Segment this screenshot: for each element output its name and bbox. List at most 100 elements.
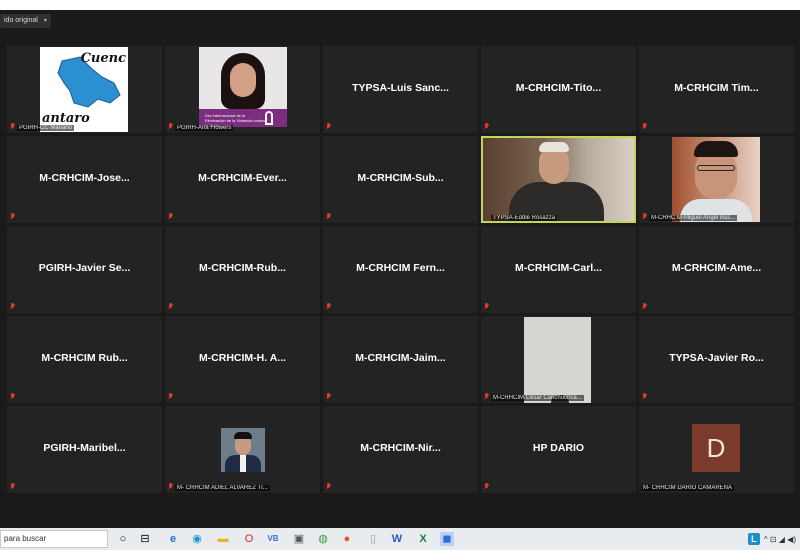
muted-mic-icon (484, 483, 490, 490)
chrome-icon[interactable]: ◍ (316, 532, 330, 546)
muted-mic-icon (484, 123, 490, 130)
file-explorer-icon[interactable]: ▬ (216, 532, 230, 546)
muted-mic-icon (168, 123, 174, 130)
muted-mic-icon (484, 303, 490, 310)
participant-tile[interactable]: M- CRHCIM ADIEL ALVAREZ TI... (165, 406, 320, 493)
vb-icon[interactable]: VB (266, 532, 280, 546)
cortana-icon[interactable]: ○ (116, 532, 130, 546)
participant-name-label: M- CRHCIM ADIEL ALVAREZ TI... (175, 485, 270, 491)
avatar: D (692, 424, 740, 472)
participant-tile[interactable]: M-CRHCIM-Rub... (165, 226, 320, 313)
participant-tile[interactable]: Día Internacional de la Eliminación de l… (165, 46, 320, 133)
meeting-gallery-view: ido original ▾ Cuenc antaro PGIRH-CC Mar… (0, 10, 800, 528)
windows-taskbar: para buscar ○ ⊟ e ◉ ▬ O VB ▣ ◍ ● ▯ W X ◼… (0, 528, 800, 550)
participant-name: M-CRHCIM Rub... (41, 352, 128, 364)
participant-tile[interactable]: M-CRHCIM-Ame... (639, 226, 794, 313)
muted-mic-icon (10, 123, 16, 130)
muted-mic-icon (326, 393, 332, 400)
participant-name: M-CRHCIM-Ame... (671, 262, 762, 274)
view-original-button[interactable]: ido original ▾ (0, 14, 51, 28)
participant-name: M-CRHCIM-Rub... (199, 262, 286, 274)
muted-mic-icon (642, 393, 648, 400)
participant-name: TYPSA-Javier Ro... (669, 352, 764, 364)
media-icon[interactable]: ▣ (292, 532, 306, 546)
participant-tile[interactable]: PGIRH-Javier Se... (7, 226, 162, 313)
participant-name: HP DARIO (532, 442, 585, 454)
participant-name-label: TYPSA-Eddie Rosazza (491, 215, 558, 221)
participant-tile[interactable]: D M- CRHCIM DARIO CAMARENA (639, 406, 794, 493)
language-icon[interactable]: L (747, 533, 760, 545)
opera-icon[interactable]: O (242, 532, 256, 546)
muted-mic-icon (168, 483, 174, 490)
participant-name: M-CRHCIM-H. A... (198, 352, 287, 364)
participant-name: M-CRHCIM-Jaim... (355, 352, 446, 364)
participant-tile[interactable]: M-CRHCIM-Ever... (165, 136, 320, 223)
participant-name-label: M-CRHC M-Miguel Angel Bas... (649, 215, 738, 221)
muted-mic-icon (642, 303, 648, 310)
participant-name: M-CRHCIM-Nir... (360, 442, 441, 454)
participant-name: M-CRHCIM-Tito... (515, 82, 602, 94)
muted-mic-icon (10, 393, 16, 400)
muted-mic-icon (168, 303, 174, 310)
participant-tile[interactable]: M-CRHCIM Tim... (639, 46, 794, 133)
participant-video (524, 317, 591, 403)
participant-tile[interactable]: M-CRHCIM-Tito... (481, 46, 636, 133)
participant-tile[interactable]: M-CRHCIM César Canchucnca... (481, 316, 636, 403)
participant-video (483, 138, 634, 221)
muted-mic-icon (168, 213, 174, 220)
participant-tile[interactable]: M-CRHCIM-Sub... (323, 136, 478, 223)
participant-picture: Día Internacional de la Eliminación de l… (199, 47, 287, 127)
participant-name: M-CRHCIM Fern... (356, 262, 445, 274)
participant-video (672, 137, 760, 222)
participant-tile[interactable]: M-CRHCIM Fern... (323, 226, 478, 313)
muted-mic-icon (642, 123, 648, 130)
muted-mic-icon (168, 393, 174, 400)
participant-tile[interactable]: HP DARIO (481, 406, 636, 493)
view-original-label: ido original (4, 17, 38, 24)
muted-mic-icon (326, 303, 332, 310)
edge-legacy-icon[interactable]: e (166, 532, 180, 546)
file-icon[interactable]: ▯ (366, 532, 380, 546)
window-top-strip (0, 0, 800, 10)
muted-mic-icon (326, 213, 332, 220)
task-view-icon[interactable]: ⊟ (138, 532, 152, 546)
participant-name-label: PGIRH-Ana Flowers (175, 125, 234, 131)
firefox-icon[interactable]: ● (340, 532, 354, 546)
participant-tile[interactable]: Cuenc antaro PGIRH-CC Mariano (7, 46, 162, 133)
participant-name: M-CRHCIM-Carl... (515, 262, 602, 274)
tray-icons[interactable]: ^ ⊡ ◢ ◀) (764, 535, 796, 544)
participant-name: M-CRHCIM-Sub... (357, 172, 444, 184)
participant-name: M-CRHCIM-Ever... (198, 172, 287, 184)
participant-tile[interactable]: M-CRHCIM-Jaim... (323, 316, 478, 403)
muted-mic-icon (326, 483, 332, 490)
participant-tile[interactable]: M-CRHCIM-Nir... (323, 406, 478, 493)
participant-tile[interactable]: M-CRHCIM Rub... (7, 316, 162, 403)
muted-mic-icon (10, 213, 16, 220)
participant-name: TYPSA-Luis Sanc... (352, 82, 449, 94)
participant-name: M-CRHCIM Tim... (674, 82, 759, 94)
taskbar-search-input[interactable]: para buscar (0, 530, 108, 548)
participant-picture: Cuenc antaro (40, 47, 128, 132)
participant-tile[interactable]: M-CRHC M-Miguel Angel Bas... (639, 136, 794, 223)
muted-mic-icon (10, 483, 16, 490)
muted-mic-icon (484, 393, 490, 400)
zoom-icon[interactable]: ◼ (440, 532, 454, 546)
excel-icon[interactable]: X (416, 532, 430, 546)
participant-tile[interactable]: M-CRHCIM-Carl... (481, 226, 636, 313)
participant-tile[interactable]: TYPSA-Javier Ro... (639, 316, 794, 403)
participant-tile[interactable]: M-CRHCIM-H. A... (165, 316, 320, 403)
map-title-top: Cuenc (80, 51, 126, 66)
participant-name-label: M- CRHCIM DARIO CAMARENA (641, 485, 735, 491)
participant-tile[interactable]: M-CRHCIM-Jose... (7, 136, 162, 223)
active-speaker-tile[interactable]: TYPSA-Eddie Rosazza (481, 136, 636, 223)
muted-mic-icon (10, 303, 16, 310)
chevron-down-icon: ▾ (43, 18, 47, 24)
edge-icon[interactable]: ◉ (190, 532, 204, 546)
participant-name: M-CRHCIM-Jose... (39, 172, 130, 184)
ribbon-icon (265, 111, 273, 125)
participant-picture (221, 428, 265, 472)
word-icon[interactable]: W (390, 532, 404, 546)
muted-mic-icon (326, 123, 332, 130)
participant-tile[interactable]: PGIRH-Maribel... (7, 406, 162, 493)
participant-tile[interactable]: TYPSA-Luis Sanc... (323, 46, 478, 133)
